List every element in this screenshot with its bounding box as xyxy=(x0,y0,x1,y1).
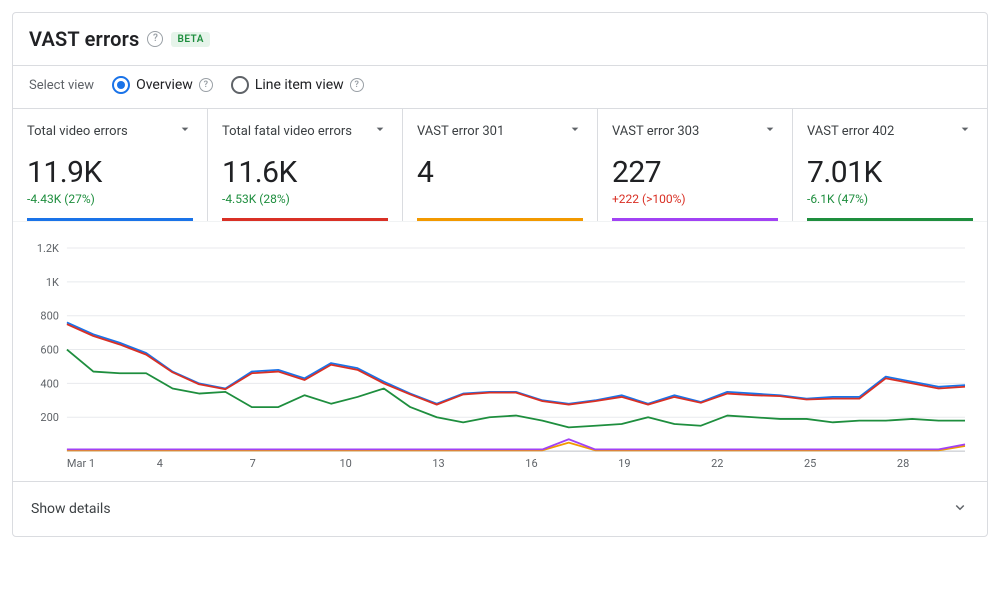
help-icon[interactable]: ? xyxy=(147,31,163,47)
svg-text:16: 16 xyxy=(525,457,537,470)
metric-card[interactable]: VAST error 301 4 xyxy=(403,109,598,221)
metric-card-value: 11.9K xyxy=(27,155,193,190)
radio-icon xyxy=(112,76,130,94)
metric-card-value: 7.01K xyxy=(807,155,973,190)
chevron-down-icon xyxy=(951,498,969,520)
metric-card-title: VAST error 402 xyxy=(807,124,894,139)
svg-text:Mar 1: Mar 1 xyxy=(67,457,95,470)
view-selector-row: Select view Overview ? Line item view ? xyxy=(13,65,987,108)
svg-text:13: 13 xyxy=(432,457,444,470)
beta-badge: BETA xyxy=(171,32,209,47)
view-radio-line-item[interactable]: Line item view ? xyxy=(231,76,364,94)
vast-errors-panel: VAST errors ? BETA Select view Overview … xyxy=(12,12,988,537)
metric-card-value: 11.6K xyxy=(222,155,388,190)
svg-text:25: 25 xyxy=(804,457,816,470)
svg-text:4: 4 xyxy=(157,457,163,470)
metric-card-delta: -4.53K (28%) xyxy=(222,192,388,208)
show-details-label: Show details xyxy=(31,501,111,517)
chevron-down-icon[interactable] xyxy=(957,121,973,141)
metric-card-delta: -6.1K (47%) xyxy=(807,192,973,208)
metric-card-delta: -4.43K (27%) xyxy=(27,192,193,208)
chevron-down-icon[interactable] xyxy=(762,121,778,141)
panel-header: VAST errors ? BETA xyxy=(13,13,987,65)
line-chart: 200 400 600 800 1K 1.2K Mar 1 4 7 10 13 16 19 22 25 28 xyxy=(29,244,971,475)
metric-card-delta xyxy=(417,192,583,208)
chevron-down-icon[interactable] xyxy=(567,121,583,141)
svg-text:600: 600 xyxy=(40,344,58,357)
svg-text:200: 200 xyxy=(40,411,58,424)
metric-cards-row: Total video errors11.9K-4.43K (27%)Total… xyxy=(13,108,987,221)
view-radio-overview[interactable]: Overview ? xyxy=(112,76,213,94)
svg-text:400: 400 xyxy=(40,377,58,390)
panel-title: VAST errors xyxy=(29,27,139,51)
metric-card-value: 227 xyxy=(612,155,778,190)
chevron-down-icon[interactable] xyxy=(372,121,388,141)
svg-text:800: 800 xyxy=(40,310,58,323)
metric-card[interactable]: Total fatal video errors 11.6K -4.53K (28%… xyxy=(208,109,403,221)
svg-text:1K: 1K xyxy=(46,276,59,289)
metric-card[interactable]: VAST error 402 7.01K -6.1K (47%) xyxy=(793,109,987,221)
help-icon[interactable]: ? xyxy=(350,78,364,92)
chart-series-line xyxy=(67,439,965,449)
chevron-down-icon[interactable] xyxy=(177,121,193,141)
chart-area: 200 400 600 800 1K 1.2K Mar 1 4 7 10 13 16 19 22 25 28 xyxy=(13,221,987,481)
metric-card-title: VAST error 303 xyxy=(612,124,699,139)
chart-series-line xyxy=(67,322,965,403)
radio-label: Line item view xyxy=(255,77,344,93)
svg-text:1.2K: 1.2K xyxy=(37,244,59,255)
metric-card-title: VAST error 301 xyxy=(417,124,504,139)
svg-text:19: 19 xyxy=(618,457,630,470)
view-selector-label: Select view xyxy=(29,78,94,93)
svg-text:7: 7 xyxy=(250,457,256,470)
svg-text:28: 28 xyxy=(897,457,909,470)
metric-card-delta: +222 (>100%) xyxy=(612,192,778,208)
help-icon[interactable]: ? xyxy=(199,78,213,92)
metric-card-value: 4 xyxy=(417,155,583,190)
svg-text:10: 10 xyxy=(339,457,351,470)
metric-card-title: Total fatal video errors xyxy=(222,124,352,139)
chart-series-line xyxy=(67,350,965,428)
metric-card-title: Total video errors xyxy=(27,124,128,139)
radio-icon xyxy=(231,76,249,94)
radio-label: Overview xyxy=(136,77,193,93)
metric-card[interactable]: Total video errors 11.9K -4.43K (27%) xyxy=(13,109,208,221)
metric-card[interactable]: VAST error 303 227 +222 (>100%) xyxy=(598,109,793,221)
show-details-row[interactable]: Show details xyxy=(13,481,987,536)
svg-text:22: 22 xyxy=(711,457,723,470)
